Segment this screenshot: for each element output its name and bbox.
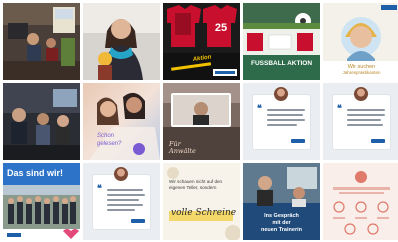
avatar	[274, 87, 288, 101]
team-meeting-photo	[3, 83, 80, 160]
post-tile-fussball-aktion[interactable]: FUSSBALL AKTION	[243, 3, 320, 80]
jersey-number: 25	[215, 22, 227, 34]
anwaelte-caption: Für Anwälte	[169, 140, 196, 156]
brand-logo	[131, 219, 145, 223]
aktion-title: FUSSBALL AKTION	[250, 60, 313, 67]
jersey-auction-image: 25 Aktion	[163, 3, 240, 80]
post-tile-schon-gelesen[interactable]: Schon gelesen?	[83, 83, 160, 160]
post-tile-team-meeting[interactable]	[3, 83, 80, 160]
quote-icon: ❝	[97, 184, 102, 194]
trainerin-line1: Ins Gespräch	[264, 213, 299, 219]
post-tile-quote-three[interactable]: ❝	[83, 163, 160, 240]
team-title: Das sind wir!	[7, 168, 64, 178]
quote-icon: ❝	[257, 104, 262, 114]
fussball-aktion-graphic	[243, 3, 320, 80]
post-tile-icon-infographic[interactable]	[323, 163, 398, 240]
gelesen-line1: Schon	[97, 133, 115, 139]
brand-logo	[291, 139, 305, 143]
post-tile-das-sind-wir[interactable]: Das sind wir!	[3, 163, 80, 240]
quote-card: ❝	[253, 87, 310, 149]
post-tile-volle-schreine[interactable]: Wir schauen nicht auf den eigenen Teller…	[163, 163, 240, 240]
quote-icon: ❝	[337, 104, 342, 114]
post-tile-trainerin[interactable]: Ins Gespräch mit der neuen Trainerin	[243, 163, 320, 240]
volle-schreine-graphic	[163, 163, 240, 240]
post-tile-quote-one[interactable]: ❝	[243, 83, 320, 160]
trainerin-line2: mit der	[272, 220, 291, 226]
post-tile-quote-two[interactable]: ❝	[323, 83, 398, 160]
woman-with-puppet-photo	[83, 3, 160, 80]
workshop-room-photo	[3, 3, 80, 80]
avatar	[354, 87, 368, 101]
post-tile-anwaelte[interactable]: Für Anwälte	[163, 83, 240, 160]
schreine-line1: Wir schauen nicht auf den	[169, 179, 223, 184]
trainerin-line3: neuen Trainerin	[261, 227, 302, 233]
post-tile-woman-with-puppet[interactable]	[83, 3, 160, 80]
post-grid: 25 Aktion FUSSBALL AKTION Wir suchen Jah…	[0, 0, 398, 242]
brand-logo	[371, 139, 385, 143]
schon-gelesen-graphic	[83, 83, 160, 160]
schreine-highlight: volle Schreine	[171, 208, 237, 218]
gelesen-line2: gelesen?	[97, 141, 122, 147]
post-tile-praktikum[interactable]: Wir suchen Jahrespraktikanten	[323, 3, 398, 80]
post-tile-jersey-auction[interactable]: 25 Aktion	[163, 3, 240, 80]
post-tile-workshop-room[interactable]	[3, 3, 80, 80]
quote-card: ❝	[93, 167, 150, 229]
avatar	[114, 167, 128, 181]
praktikum-line2: Jahrespraktikanten	[342, 70, 381, 75]
icon-infographic	[323, 163, 398, 240]
schreine-line2: eigenen Teller, sondern	[169, 185, 217, 190]
quote-card: ❝	[333, 87, 390, 149]
